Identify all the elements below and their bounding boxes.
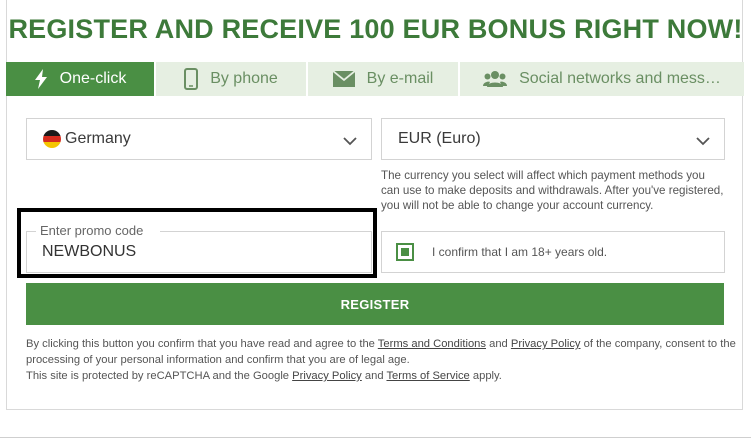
terms-link[interactable]: Terms and Conditions [378, 338, 486, 350]
tab-label: Social networks and mess… [519, 70, 721, 87]
country-value: Germany [65, 130, 131, 147]
legal-text: By clicking this button you confirm that… [26, 336, 736, 384]
google-privacy-link[interactable]: Privacy Policy [292, 370, 362, 382]
register-button[interactable]: REGISTER [26, 283, 724, 325]
promo-border-segment [160, 231, 372, 232]
terms-of-service-link[interactable]: Terms of Service [386, 370, 469, 382]
tab-label: By e-mail [366, 70, 434, 87]
legal-text-segment: This site is protected by reCAPTCHA and … [26, 370, 293, 382]
currency-select[interactable]: EUR (Euro) [381, 118, 725, 160]
tab-by-phone[interactable]: By phone [156, 62, 308, 96]
page-title: REGISTER AND RECEIVE 100 EUR BONUS RIGHT… [8, 14, 743, 44]
tab-social-networks[interactable]: Social networks and mess… [460, 62, 744, 96]
legal-text-segment: apply. [469, 370, 502, 382]
legal-text-segment: and [486, 338, 511, 350]
currency-note: The currency you select will affect whic… [381, 169, 724, 212]
phone-icon [184, 68, 199, 90]
registration-tabs: One-click By phone By e-mail Social netw… [6, 62, 744, 96]
age-confirm-field[interactable]: I confirm that I am 18+ years old. [381, 231, 725, 273]
promo-code-label: Enter promo code [36, 223, 150, 238]
tab-one-click[interactable]: One-click [6, 62, 156, 96]
chevron-down-icon [696, 133, 710, 151]
lightning-icon [34, 69, 48, 89]
tab-by-email[interactable]: By e-mail [308, 62, 460, 96]
users-icon [483, 70, 508, 88]
country-select[interactable]: Germany [26, 118, 372, 160]
germany-flag-icon [43, 130, 61, 148]
chevron-down-icon [343, 133, 357, 151]
bottom-divider [0, 437, 751, 444]
checkbox-checked-mark [401, 248, 409, 256]
promo-code-input[interactable] [42, 243, 342, 261]
legal-text-segment: and [361, 370, 387, 382]
legal-text-segment: By clicking this button you confirm that… [26, 338, 378, 350]
currency-value: EUR (Euro) [398, 130, 481, 147]
privacy-policy-link[interactable]: Privacy Policy [511, 338, 581, 350]
age-confirm-checkbox[interactable] [396, 243, 414, 261]
tab-label: One-click [59, 70, 127, 87]
promo-border-segment [26, 231, 36, 232]
age-confirm-label: I confirm that I am 18+ years old. [432, 245, 608, 259]
envelope-icon [332, 71, 355, 87]
tab-label: By phone [210, 70, 278, 87]
